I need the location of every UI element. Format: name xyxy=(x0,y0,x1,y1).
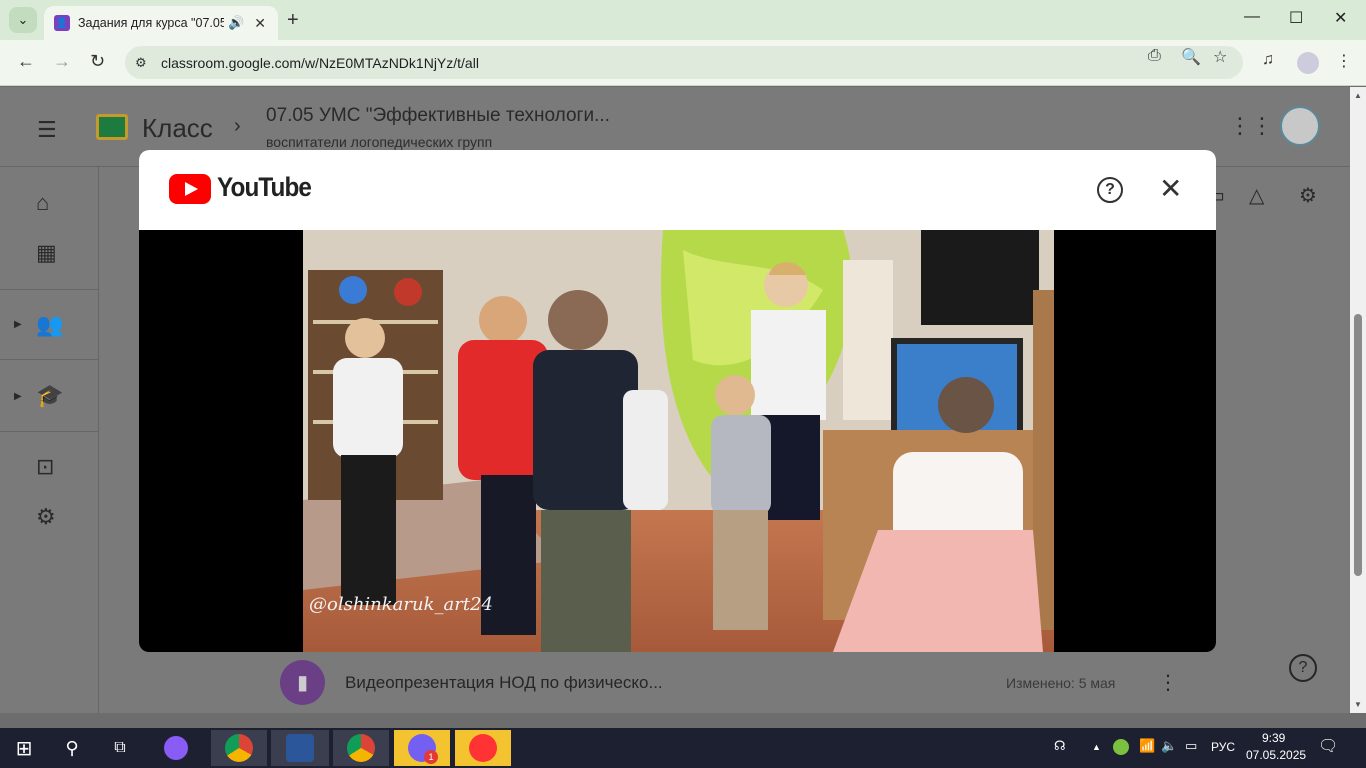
expand-caret-icon[interactable]: ▶ xyxy=(14,319,22,330)
sidebar-divider xyxy=(0,359,98,360)
youtube-wordmark[interactable]: YouTube xyxy=(217,172,312,203)
maximize-button[interactable]: ☐ xyxy=(1289,8,1303,28)
battery-icon[interactable]: ▭ xyxy=(1185,738,1197,754)
forward-icon[interactable]: → xyxy=(53,51,71,72)
more-options-icon[interactable]: ⋮ xyxy=(1158,670,1178,695)
item-modified-date: Изменено: 5 мая xyxy=(1006,675,1116,691)
scroll-down-icon[interactable]: ▼ xyxy=(1354,700,1362,709)
tab-close-icon[interactable]: ✕ xyxy=(254,15,266,32)
media-control-icon[interactable]: ♫ xyxy=(1262,51,1274,69)
modal-close-icon[interactable]: ✕ xyxy=(1159,172,1182,205)
tab-title: Задания для курса "07.05 У xyxy=(78,16,224,30)
tray-app-icon[interactable] xyxy=(1113,739,1129,755)
back-icon[interactable]: ← xyxy=(17,51,35,72)
task-view-icon[interactable]: ⧉ xyxy=(104,730,136,766)
video-watermark: @olshinkaruk_art24 xyxy=(309,594,493,615)
main-menu-icon[interactable]: ☰ xyxy=(37,117,57,143)
youtube-logo-icon[interactable] xyxy=(169,174,211,204)
install-app-icon[interactable]: ⎙ xyxy=(1148,47,1161,65)
new-tab-button[interactable]: + xyxy=(287,9,299,32)
reload-icon[interactable]: ↻ xyxy=(90,51,105,72)
notifications-icon[interactable]: 🗨 xyxy=(1318,736,1338,756)
search-icon[interactable]: ⚲ xyxy=(56,730,88,766)
window-close-button[interactable]: ✕ xyxy=(1334,8,1347,28)
clock-date[interactable]: 07.05.2025 xyxy=(1246,748,1306,762)
item-title[interactable]: Видеопрезентация НОД по физическо... xyxy=(345,673,663,693)
bookmark-star-icon[interactable]: ☆ xyxy=(1213,47,1227,67)
yandex-browser-taskbar-icon[interactable] xyxy=(455,730,511,766)
alice-assistant-icon[interactable] xyxy=(160,730,192,766)
sidebar-divider xyxy=(0,289,98,290)
tab-search-button[interactable]: ⌄ xyxy=(9,7,37,33)
scroll-up-icon[interactable]: ▲ xyxy=(1354,91,1362,100)
network-icon[interactable]: 📶 xyxy=(1139,738,1155,754)
clock-time[interactable]: 9:39 xyxy=(1262,731,1285,745)
google-apps-icon[interactable]: ⋮⋮ xyxy=(1229,113,1273,139)
viber-badge: 1 xyxy=(424,750,438,764)
chrome-taskbar-icon[interactable] xyxy=(211,730,267,766)
windows-start-icon[interactable]: ⊞ xyxy=(4,730,44,766)
site-info-icon[interactable]: ⚙ xyxy=(135,55,157,71)
class-settings-icon[interactable]: ⚙ xyxy=(1299,183,1317,208)
enrolled-school-icon[interactable]: 🎓 xyxy=(36,383,63,409)
page-scrollbar[interactable]: ▲ ▼ xyxy=(1350,87,1366,713)
browser-menu-icon[interactable]: ⋮ xyxy=(1336,51,1352,71)
browser-tab-active[interactable]: 👤 Задания для курса "07.05 У 🔊 ✕ xyxy=(44,6,278,40)
zoom-icon[interactable]: 🔍 xyxy=(1181,47,1201,67)
course-title[interactable]: 07.05 УМС "Эффективные технологи... xyxy=(266,105,610,127)
settings-gear-icon[interactable]: ⚙ xyxy=(36,504,56,530)
language-indicator[interactable]: РУС xyxy=(1211,740,1235,754)
classwork-item-row[interactable]: ▮ Видеопрезентация НОД по физическо... И… xyxy=(280,660,1180,706)
word-taskbar-icon[interactable] xyxy=(271,730,329,766)
modal-help-icon[interactable]: ? xyxy=(1097,177,1123,203)
classroom-logo-icon xyxy=(96,114,128,140)
calendar-icon[interactable]: ▦ xyxy=(36,240,57,266)
show-hidden-icons-icon[interactable]: ▲ xyxy=(1092,742,1101,752)
archive-icon[interactable]: ⊡ xyxy=(36,454,54,480)
sidebar-border xyxy=(98,167,99,713)
profile-avatar-icon[interactable] xyxy=(1297,52,1319,74)
chrome-profile-taskbar-icon[interactable] xyxy=(333,730,389,766)
classroom-brand[interactable]: Класс xyxy=(142,113,213,144)
sidebar-divider xyxy=(0,431,98,432)
account-avatar[interactable] xyxy=(1280,106,1320,146)
help-icon[interactable]: ? xyxy=(1289,654,1317,682)
youtube-video-player[interactable]: @olshinkaruk_art24 xyxy=(303,230,1054,652)
speaker-icon[interactable]: 🔊 xyxy=(228,15,244,31)
volume-icon[interactable]: 🔈 xyxy=(1161,738,1177,754)
video-frame-image xyxy=(303,230,1054,652)
address-bar-row: ← → ↻ ⚙ classroom.google.com/w/NzE0MTAzN… xyxy=(0,40,1366,86)
viber-taskbar-icon[interactable]: 1 xyxy=(394,730,450,766)
youtube-modal-header: YouTube ? ✕ xyxy=(139,150,1216,230)
minimize-button[interactable]: — xyxy=(1244,8,1260,26)
people-icon[interactable]: ☊ xyxy=(1054,738,1066,754)
youtube-modal: YouTube ? ✕ @olshinkaruk_art24 xyxy=(139,150,1216,652)
scrollbar-thumb[interactable] xyxy=(1354,314,1362,576)
windows-taskbar: ⊞ ⚲ ⧉ 1 ☊ ▲ 📶 🔈 ▭ РУС 9:39 07.05.2025 🗨 xyxy=(0,728,1366,768)
material-icon: ▮ xyxy=(280,660,325,705)
course-subtitle: воспитатели логопедических групп xyxy=(266,134,493,150)
classroom-favicon-icon: 👤 xyxy=(54,15,70,31)
url-omnibox[interactable]: ⚙ classroom.google.com/w/NzE0MTAzNDk1NjY… xyxy=(125,46,1243,79)
url-text[interactable]: classroom.google.com/w/NzE0MTAzNDk1NjYz/… xyxy=(161,55,479,71)
home-icon[interactable]: ⌂ xyxy=(36,190,49,216)
browser-tab-bar: ⌄ 👤 Задания для курса "07.05 У 🔊 ✕ + — ☐… xyxy=(0,0,1366,40)
drive-icon[interactable]: △ xyxy=(1249,183,1264,208)
expand-caret-icon[interactable]: ▶ xyxy=(14,391,22,402)
chevron-right-icon: › xyxy=(234,115,241,137)
teaching-people-icon[interactable]: 👥 xyxy=(36,312,63,338)
